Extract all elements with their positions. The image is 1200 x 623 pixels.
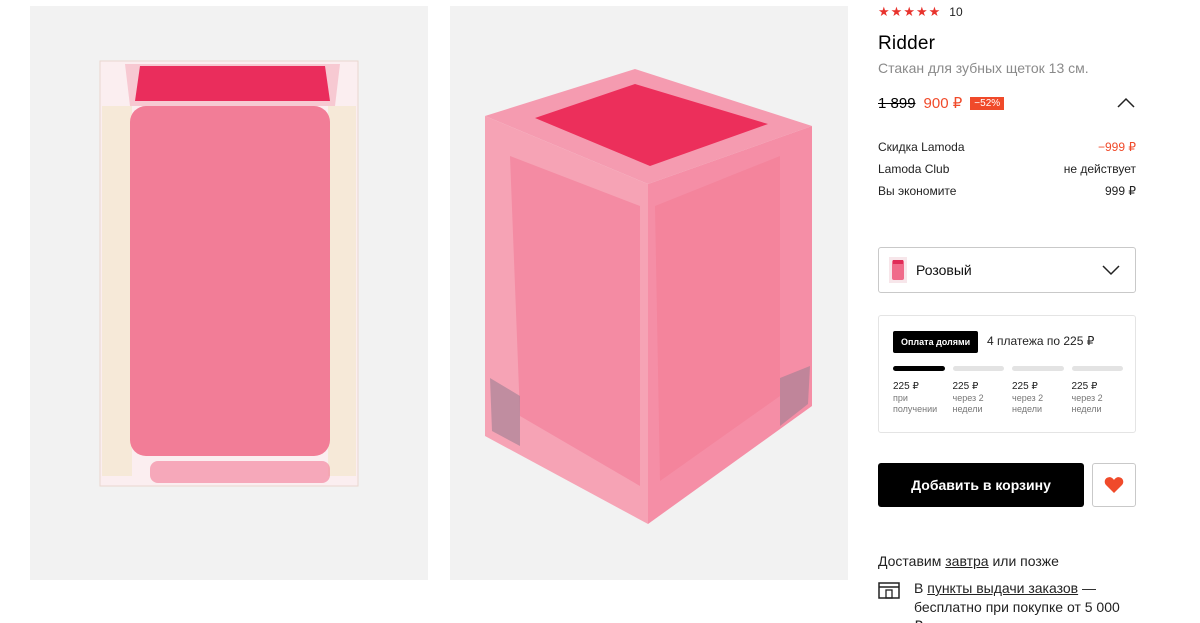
star-icon: ★ (890, 4, 903, 19)
installments-title: 4 платежа по 225 ₽ (987, 334, 1095, 348)
brand-name[interactable]: Ridder (878, 33, 935, 55)
installment-payment: 225 ₽ при получении (893, 380, 945, 415)
product-title: Стакан для зубных щеток 13 см. (878, 60, 1089, 76)
old-price: 1 899 (878, 94, 916, 112)
detail-value: 999 ₽ (1105, 184, 1136, 198)
price-details: Скидка Lamoda −999 ₽ Lamoda Club не дейс… (878, 136, 1136, 202)
detail-label: Lamoda Club (878, 162, 950, 176)
detail-label: Вы экономите (878, 184, 957, 198)
product-image-front[interactable] (30, 6, 428, 580)
installments-schedule: 225 ₽ при получении 225 ₽ через 2 недели… (893, 380, 1123, 415)
toothbrush-cup-angle-photo (450, 6, 848, 580)
installment-when: через 2 недели (1071, 393, 1103, 414)
product-info-panel: ★ ★ ★ ★ ★ 10 Ridder Стакан для зубных ще… (878, 0, 1138, 623)
installment-bar (1071, 366, 1123, 371)
delivery-suffix: или позже (988, 553, 1059, 569)
rating-stars: ★ ★ ★ ★ ★ (878, 5, 940, 19)
star-icon: ★ (878, 4, 890, 19)
toothbrush-cup-front-photo (30, 6, 428, 580)
installment-bar (952, 366, 1004, 371)
product-rating[interactable]: ★ ★ ★ ★ ★ 10 (878, 5, 963, 20)
color-select[interactable]: Розовый (878, 247, 1136, 293)
installment-bar (893, 366, 945, 371)
installment-amount: 225 ₽ (1071, 381, 1098, 392)
installment-amount: 225 ₽ (952, 381, 979, 392)
installment-payment: 225 ₽ через 2 недели (1012, 380, 1064, 415)
heart-icon (1104, 477, 1124, 493)
installment-bar (1012, 366, 1064, 371)
selected-color: Розовый (916, 262, 972, 278)
detail-value: не действует (1063, 162, 1136, 176)
product-image-angle[interactable] (450, 6, 848, 580)
delivery-date-link[interactable]: завтра (945, 553, 988, 569)
installments-widget[interactable]: Оплата долями 4 платежа по 225 ₽ 225 ₽ п… (878, 315, 1136, 433)
chevron-down-icon[interactable] (1101, 263, 1121, 277)
installments-badge: Оплата долями (893, 331, 979, 353)
installment-amount: 225 ₽ (1012, 381, 1038, 392)
pickup-option: В пункты выдачи заказов — бесплатно при … (878, 579, 1136, 623)
pickup-point-icon (878, 582, 900, 599)
price-detail-row: Lamoda Club не действует (878, 158, 1136, 180)
pickup-pre: В (914, 580, 928, 596)
installment-payment: 225 ₽ через 2 недели (953, 380, 1005, 415)
installment-when: через 2 недели (1012, 393, 1044, 414)
chevron-up-icon[interactable] (1116, 95, 1136, 111)
star-icon: ★ (903, 4, 915, 19)
installments-progress (893, 366, 1123, 371)
price-detail-row: Вы экономите 999 ₽ (878, 180, 1136, 202)
pickup-text: В пункты выдачи заказов — бесплатно при … (914, 579, 1124, 623)
price-detail-row: Скидка Lamoda −999 ₽ (878, 136, 1136, 158)
color-swatch-icon (889, 257, 907, 283)
star-icon: ★ (928, 4, 941, 19)
current-price: 900 ₽ (923, 95, 963, 112)
installment-when: через 2 недели (952, 393, 984, 414)
installment-payment: 225 ₽ через 2 недели (1072, 380, 1124, 415)
discount-badge: −52% (970, 96, 1005, 110)
delivery-info: Доставим завтра или позже (878, 553, 1136, 569)
detail-label: Скидка Lamoda (878, 140, 965, 154)
installment-when: при получении (893, 393, 938, 414)
star-icon: ★ (915, 4, 928, 19)
delivery-prefix: Доставим (878, 553, 946, 569)
add-to-cart-button[interactable]: Добавить в корзину (878, 463, 1084, 507)
price-row: 1 899 900 ₽ −52% (878, 93, 1136, 113)
favorite-button[interactable] (1092, 463, 1136, 507)
installment-amount: 225 ₽ (893, 381, 919, 392)
pickup-points-link[interactable]: пункты выдачи заказов (927, 580, 1078, 596)
review-count[interactable]: 10 (949, 5, 962, 19)
detail-value: −999 ₽ (1098, 140, 1136, 154)
